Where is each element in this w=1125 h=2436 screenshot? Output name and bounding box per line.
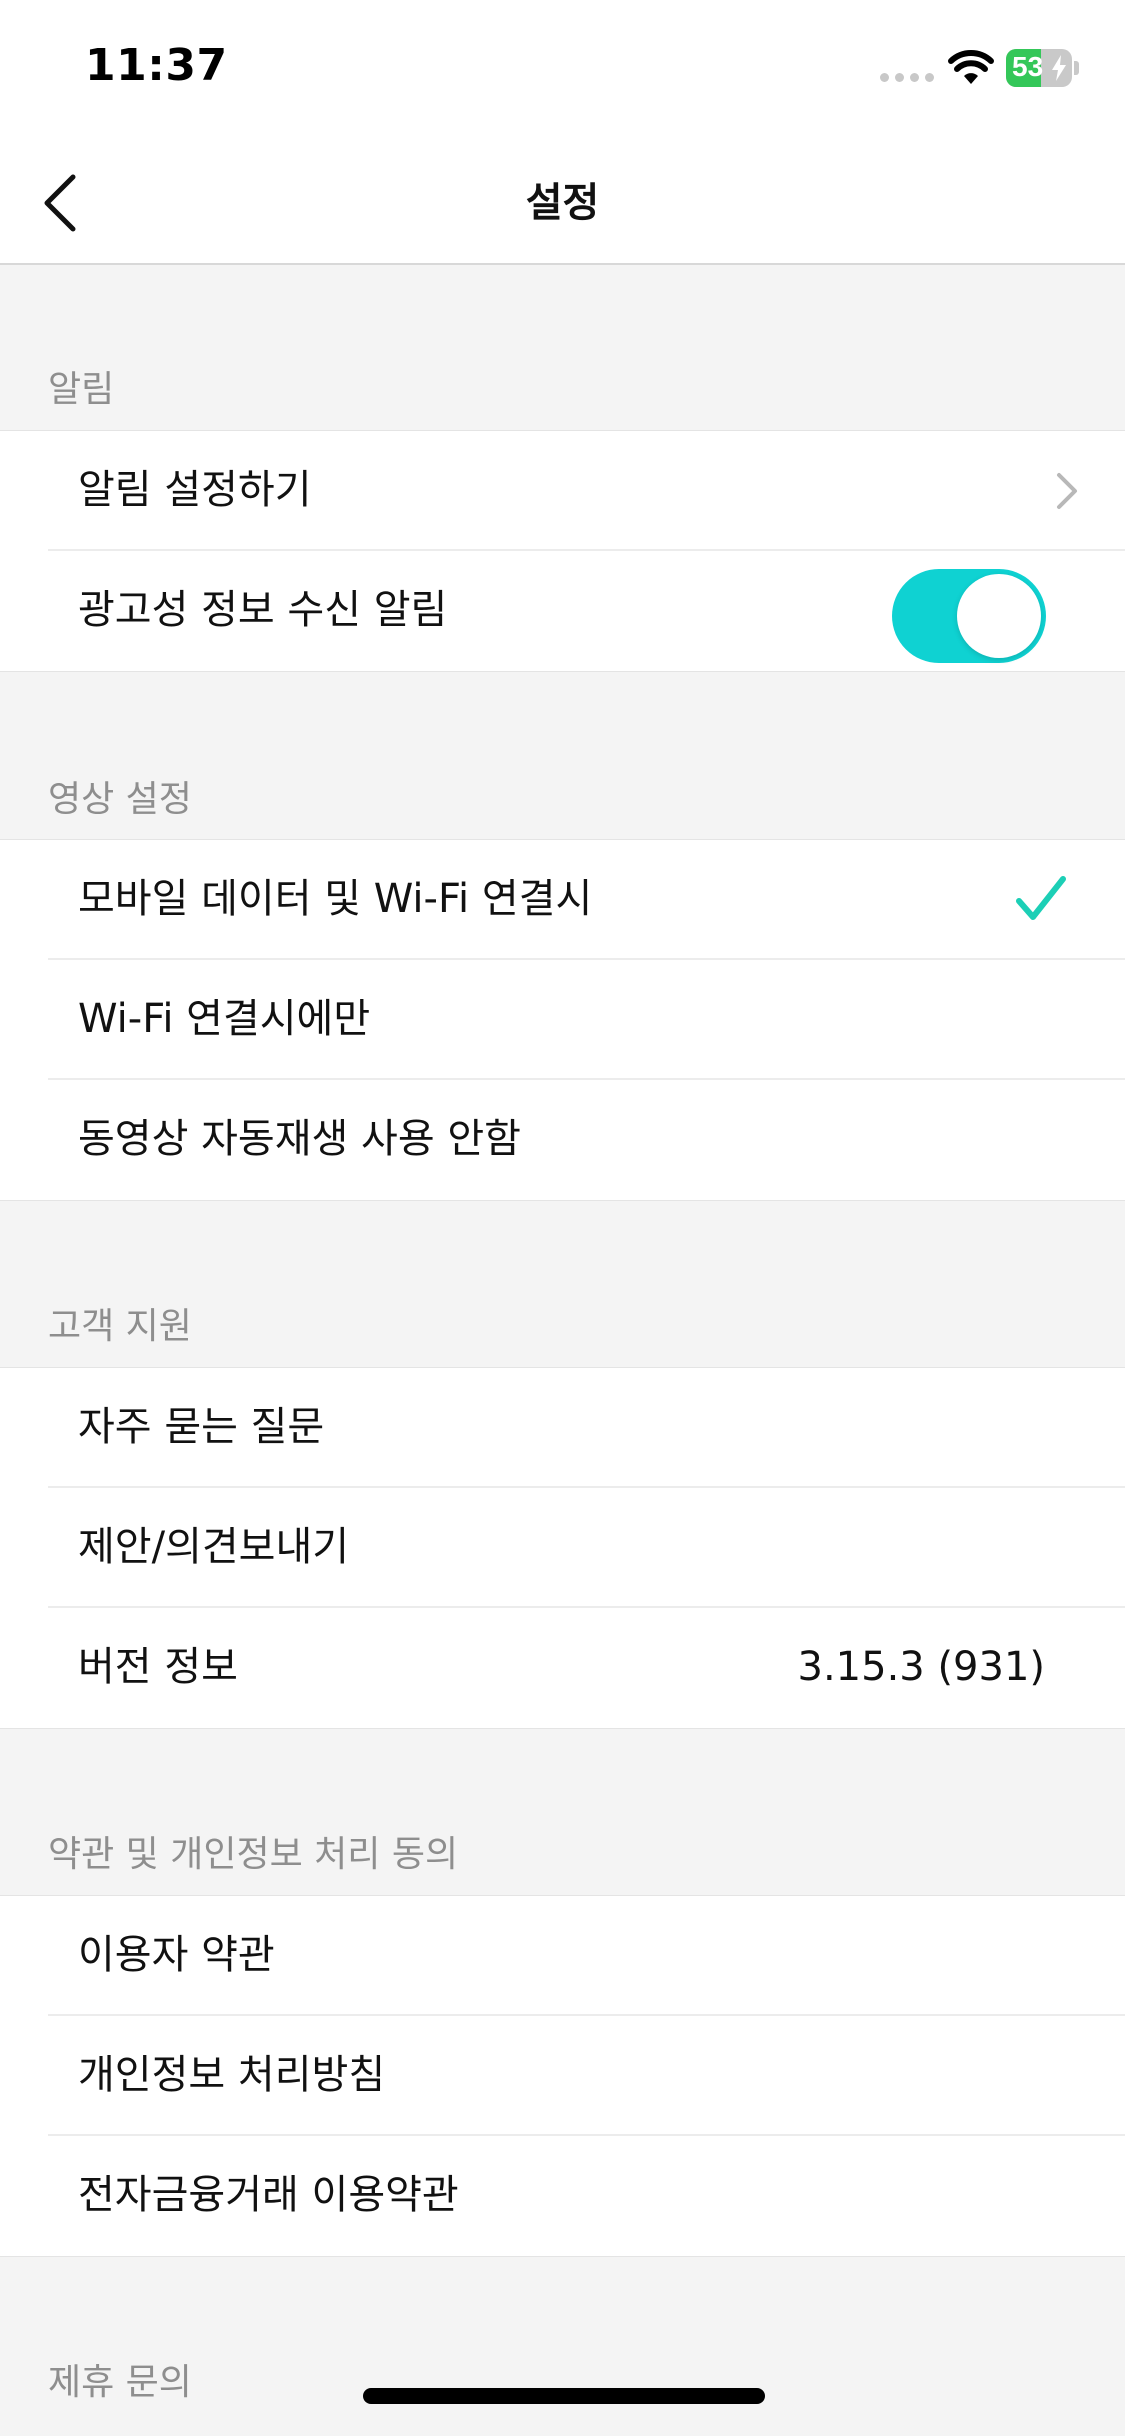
toggle-knob: [957, 574, 1041, 658]
row-label: 개인정보 처리방침: [78, 2052, 386, 2098]
page-title: 설정: [525, 180, 600, 226]
status-bar: 11:37 53: [0, 0, 1125, 140]
row-version-info: 버전 정보 3.15.3 (931): [48, 1608, 1125, 1728]
row-wifi-only[interactable]: Wi-Fi 연결시에만: [48, 960, 1125, 1080]
row-feedback[interactable]: 제안/의견보내기: [48, 1488, 1125, 1608]
battery-icon: 53: [1006, 49, 1080, 87]
checkmark-icon: [1016, 876, 1066, 920]
row-notification-settings[interactable]: 알림 설정하기: [48, 431, 1125, 551]
row-privacy-policy[interactable]: 개인정보 처리방침: [48, 2016, 1125, 2136]
section-header-notifications: 알림: [48, 369, 115, 410]
chevron-right-icon: [1057, 473, 1077, 509]
navigation-bar: 설정: [0, 140, 1125, 265]
row-label: 전자금융거래 이용약관: [78, 2172, 459, 2218]
group-notifications: 알림 설정하기 광고성 정보 수신 알림: [0, 430, 1125, 672]
ad-alert-toggle[interactable]: [892, 569, 1046, 663]
row-label: 자주 묻는 질문: [78, 1404, 325, 1450]
row-label: 이용자 약관: [78, 1932, 275, 1978]
row-label: 광고성 정보 수신 알림: [78, 587, 448, 633]
row-label: 모바일 데이터 및 Wi-Fi 연결시: [78, 876, 593, 922]
group-terms: 이용자 약관 개인정보 처리방침 전자금융거래 이용약관: [0, 1895, 1125, 2257]
row-no-autoplay[interactable]: 동영상 자동재생 사용 안함: [48, 1080, 1125, 1200]
section-header-partnership: 제휴 문의: [48, 2362, 192, 2403]
row-label: 제안/의견보내기: [78, 1524, 350, 1570]
row-label: 동영상 자동재생 사용 안함: [78, 1116, 521, 1162]
row-label: Wi-Fi 연결시에만: [78, 996, 371, 1042]
section-header-video: 영상 설정: [48, 779, 192, 820]
charging-bolt-icon: [1052, 55, 1066, 81]
wifi-icon: [948, 50, 994, 84]
row-label: 버전 정보: [78, 1644, 238, 1690]
row-faq[interactable]: 자주 묻는 질문: [48, 1368, 1125, 1488]
row-ad-alert: 광고성 정보 수신 알림: [48, 551, 1125, 671]
section-header-support: 고객 지원: [48, 1306, 192, 1347]
cellular-signal-icon: [880, 73, 934, 82]
version-value: 3.15.3 (931): [797, 1644, 1046, 1690]
battery-level: 53: [1012, 51, 1044, 82]
row-label: 알림 설정하기: [78, 467, 312, 513]
row-mobile-and-wifi[interactable]: 모바일 데이터 및 Wi-Fi 연결시: [48, 840, 1125, 960]
row-finance-terms[interactable]: 전자금융거래 이용약관: [48, 2136, 1125, 2256]
home-indicator: [363, 2388, 765, 2404]
section-header-terms: 약관 및 개인정보 처리 동의: [48, 1834, 459, 1875]
status-time: 11:37: [85, 40, 228, 91]
group-video: 모바일 데이터 및 Wi-Fi 연결시 Wi-Fi 연결시에만 동영상 자동재생…: [0, 839, 1125, 1201]
group-support: 자주 묻는 질문 제안/의견보내기 버전 정보 3.15.3 (931): [0, 1367, 1125, 1729]
row-user-terms[interactable]: 이용자 약관: [48, 1896, 1125, 2016]
